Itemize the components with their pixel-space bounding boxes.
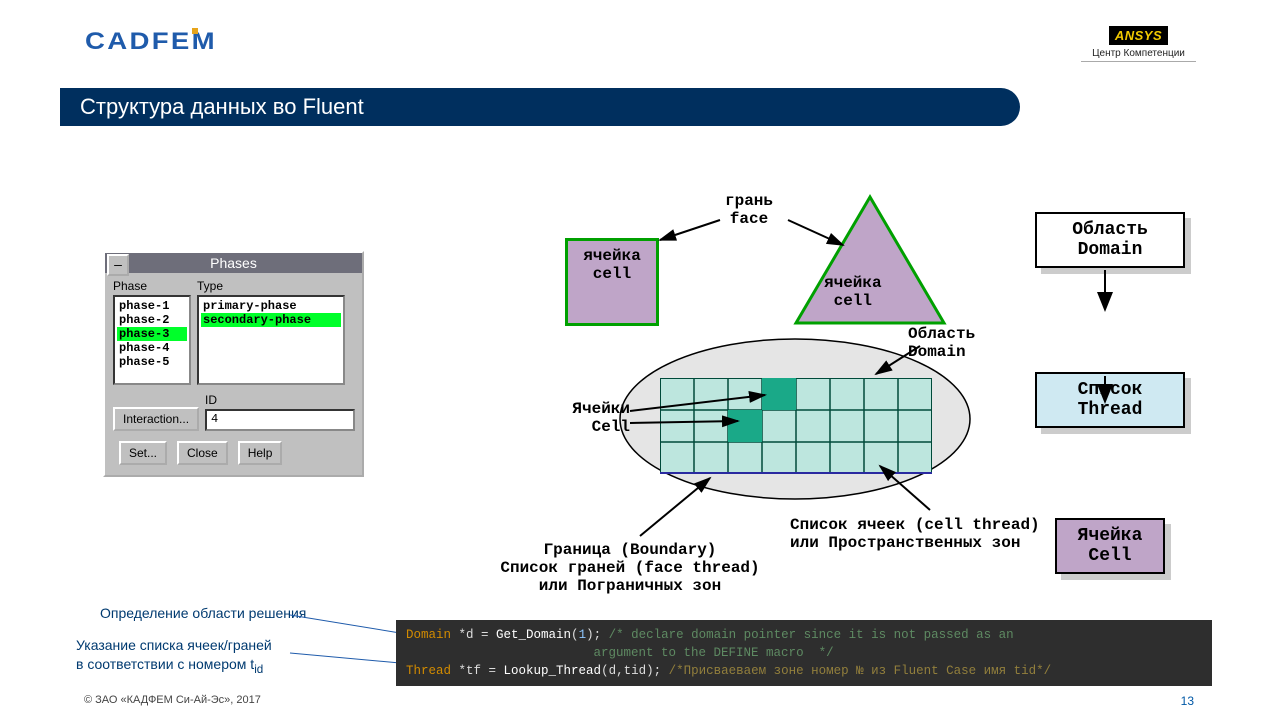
phase-label: Phase <box>113 279 191 293</box>
page-title: Структура данных во Fluent <box>60 88 1020 126</box>
ansys-subtitle: Центр Компетенции <box>1081 48 1196 62</box>
arrow-boundary <box>620 474 740 544</box>
type-listbox[interactable]: primary-phase secondary-phase <box>197 295 345 385</box>
footnote-2sub: id <box>254 663 263 676</box>
footnote-connectors <box>280 605 410 670</box>
page-number: 13 <box>1181 694 1194 708</box>
partner-badge: ANSYS Центр Компетенции <box>1081 26 1196 62</box>
list-item[interactable]: phase-3 <box>117 327 187 341</box>
arrows-cells <box>600 385 800 465</box>
phases-dialog: – Phases Phase phase-1 phase-2 phase-3 p… <box>103 251 364 477</box>
boundary-l2: Список граней (face thread) <box>445 559 815 577</box>
interaction-button[interactable]: Interaction... <box>113 407 199 431</box>
dialog-titlebar: – Phases <box>105 253 362 273</box>
system-menu-icon[interactable]: – <box>107 254 129 276</box>
boundary-l3: или Пограничных зон <box>445 577 815 595</box>
dialog-title: Phases <box>210 255 257 271</box>
hier-domain-l2: Domain <box>1045 240 1175 260</box>
logo-dot <box>192 28 198 34</box>
ansys-box: ANSYS <box>1109 26 1168 45</box>
hier-domain-l1: Область <box>1045 220 1175 240</box>
id-label: ID <box>205 393 355 407</box>
footnote-1: Определение области решения <box>100 605 306 621</box>
footnote-2: Указание списка ячеек/граней в соответст… <box>76 636 272 677</box>
code-block: Domain *d = Get_Domain(1); /* declare do… <box>396 620 1212 686</box>
list-item[interactable]: phase-4 <box>117 341 187 355</box>
list-item[interactable]: phase-2 <box>117 313 187 327</box>
arrow-domain <box>870 340 950 390</box>
arrow-cellthread <box>870 460 970 520</box>
footnote-2b: в соответствии с номером t <box>76 656 254 672</box>
help-button[interactable]: Help <box>238 441 283 465</box>
copyright: © ЗАО «КАДФЕМ Си-Ай-Эс», 2017 <box>84 694 261 706</box>
list-item[interactable]: secondary-phase <box>201 313 341 327</box>
type-label: Type <box>197 279 345 293</box>
list-item[interactable]: primary-phase <box>201 299 341 313</box>
set-button[interactable]: Set... <box>119 441 167 465</box>
cellthread-label: Список ячеек (cell thread) или Пространс… <box>790 516 1110 552</box>
list-item[interactable]: phase-5 <box>117 355 187 369</box>
footnote-2a: Указание списка ячеек/граней <box>76 637 272 653</box>
close-button[interactable]: Close <box>177 441 228 465</box>
cellthread-l2: или Пространственных зон <box>790 534 1110 552</box>
hier-arrows <box>1035 260 1185 420</box>
boundary-label: Граница (Boundary) Список граней (face t… <box>445 541 815 595</box>
id-field[interactable]: 4 <box>205 409 355 431</box>
phase-listbox[interactable]: phase-1 phase-2 phase-3 phase-4 phase-5 <box>113 295 191 385</box>
list-item[interactable]: phase-1 <box>117 299 187 313</box>
